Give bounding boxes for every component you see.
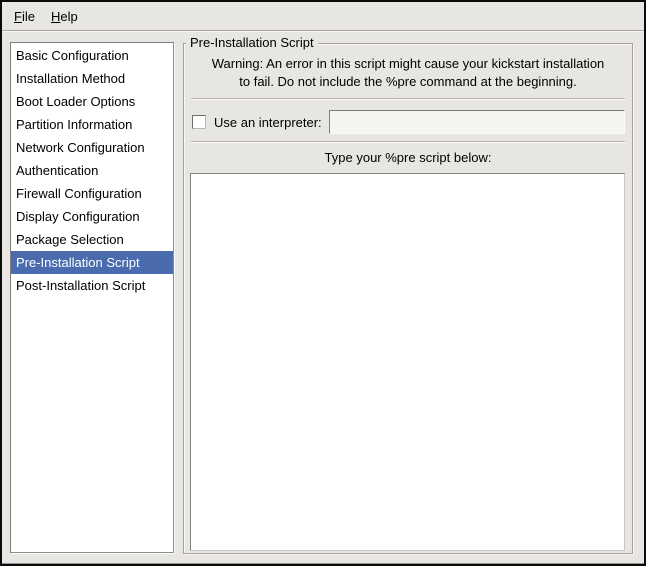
pre-installation-script-frame: Pre-Installation Script Warning: An erro…: [183, 43, 633, 554]
script-instruction-label: Type your %pre script below:: [184, 150, 632, 165]
menu-help[interactable]: Help: [43, 4, 86, 29]
sidebar-item-firewall-configuration[interactable]: Firewall Configuration: [11, 182, 173, 205]
sidebar-item-display-configuration[interactable]: Display Configuration: [11, 205, 173, 228]
warning-line-2: to fail. Do not include the %pre command…: [184, 73, 632, 91]
sidebar-item-authentication[interactable]: Authentication: [11, 159, 173, 182]
menu-help-rest: elp: [60, 9, 77, 24]
menu-help-accel: H: [51, 9, 60, 24]
pre-script-textarea[interactable]: [190, 173, 625, 551]
use-interpreter-label[interactable]: Use an interpreter:: [214, 115, 322, 130]
sidebar-item-boot-loader-options[interactable]: Boot Loader Options: [11, 90, 173, 113]
menu-file-accel: F: [14, 9, 22, 24]
interpreter-input[interactable]: [329, 110, 625, 134]
separator-top: [191, 98, 625, 100]
kickstart-configurator-window: File Help Basic Configuration Installati…: [0, 0, 646, 566]
use-interpreter-checkbox[interactable]: [192, 115, 206, 129]
sidebar-item-installation-method[interactable]: Installation Method: [11, 67, 173, 90]
menu-file[interactable]: File: [6, 4, 43, 29]
sidebar-item-basic-configuration[interactable]: Basic Configuration: [11, 44, 173, 67]
config-section-list: Basic Configuration Installation Method …: [10, 42, 174, 553]
sidebar-item-pre-installation-script[interactable]: Pre-Installation Script: [11, 251, 173, 274]
sidebar-item-post-installation-script[interactable]: Post-Installation Script: [11, 274, 173, 297]
sidebar-item-network-configuration[interactable]: Network Configuration: [11, 136, 173, 159]
interpreter-row: Use an interpreter:: [192, 107, 625, 137]
warning-line-1: Warning: An error in this script might c…: [184, 55, 632, 73]
sidebar-item-package-selection[interactable]: Package Selection: [11, 228, 173, 251]
separator-bottom: [191, 141, 625, 143]
frame-title: Pre-Installation Script: [186, 35, 318, 51]
warning-text: Warning: An error in this script might c…: [184, 55, 632, 91]
menu-bar: File Help: [2, 2, 644, 31]
menu-file-rest: ile: [22, 9, 35, 24]
sidebar-item-partition-information[interactable]: Partition Information: [11, 113, 173, 136]
